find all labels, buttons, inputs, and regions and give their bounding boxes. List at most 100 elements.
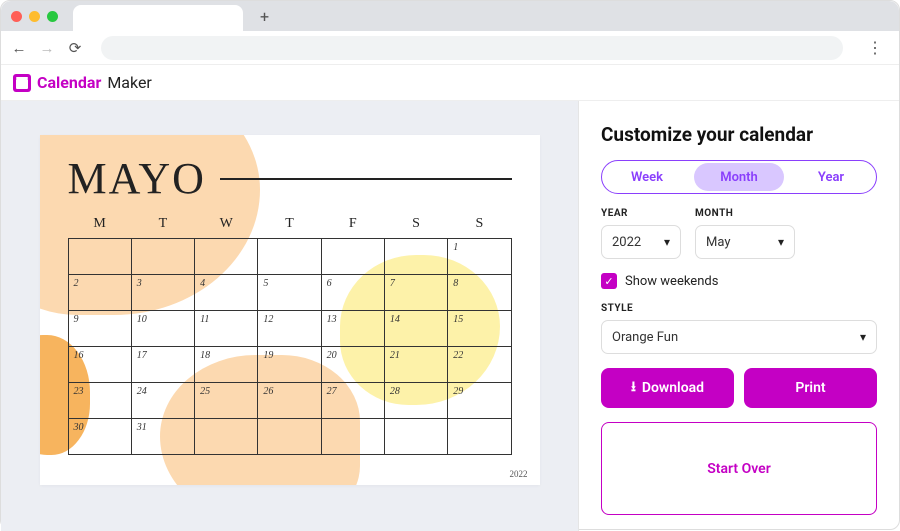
calendar-day-cell: 3: [131, 275, 194, 311]
calendar-day-cell: 17: [131, 347, 194, 383]
calendar-day-cell: 20: [321, 347, 384, 383]
calendar-day-cell: [258, 239, 321, 275]
window-minimize-dot[interactable]: [29, 11, 40, 22]
window-maximize-dot[interactable]: [47, 11, 58, 22]
calendar-day-cell: 7: [384, 275, 447, 311]
print-button[interactable]: Print: [744, 368, 877, 408]
weekday-header: F: [321, 212, 384, 239]
download-label: Download: [642, 380, 704, 396]
brand-name-primary: Calendar: [37, 73, 101, 92]
calendar-day-cell: 2: [68, 275, 131, 311]
calendar-day-cell: 21: [384, 347, 447, 383]
style-label: STYLE: [601, 303, 877, 314]
view-segmented-control: Week Month Year: [601, 160, 877, 194]
calendar-day-cell: 10: [131, 311, 194, 347]
app-header: Calendar Maker: [1, 65, 899, 101]
show-weekends-label: Show weekends: [625, 274, 718, 289]
calendar-day-cell: [258, 419, 321, 455]
print-label: Print: [795, 380, 825, 396]
calendar-day-cell: 31: [131, 419, 194, 455]
reload-icon[interactable]: ⟳: [67, 39, 83, 57]
weekday-header: W: [195, 212, 258, 239]
calendar-month-title: MAYO: [68, 153, 206, 204]
calendar-day-cell: 22: [448, 347, 511, 383]
style-value: Orange Fun: [612, 330, 678, 345]
calendar-day-cell: 1: [448, 239, 511, 275]
calendar-day-cell: 16: [68, 347, 131, 383]
year-select[interactable]: 2022 ▾: [601, 225, 681, 259]
year-value: 2022: [612, 235, 641, 250]
calendar-day-cell: 12: [258, 311, 321, 347]
calendar-day-cell: 27: [321, 383, 384, 419]
browser-tab[interactable]: [73, 5, 243, 31]
month-select[interactable]: May ▾: [695, 225, 795, 259]
calendar-day-cell: 23: [68, 383, 131, 419]
calendar-footer-year: 2022: [510, 469, 528, 479]
calendar-day-cell: 6: [321, 275, 384, 311]
chevron-down-icon: ▾: [860, 330, 866, 344]
browser-menu-icon[interactable]: ⋮: [861, 38, 889, 57]
tab-year[interactable]: Year: [786, 161, 876, 193]
start-over-label: Start Over: [707, 461, 770, 477]
browser-tab-bar: +: [1, 1, 899, 31]
calendar-day-cell: [384, 419, 447, 455]
calendar-sheet: MAYO MTWTFSS 123456789101112131415161718…: [40, 135, 540, 485]
calendar-day-cell: [195, 419, 258, 455]
panel-title: Customize your calendar: [601, 123, 877, 146]
tab-week[interactable]: Week: [602, 161, 692, 193]
chevron-down-icon: ▾: [664, 235, 670, 249]
new-tab-button[interactable]: +: [260, 7, 269, 26]
weekday-header: T: [258, 212, 321, 239]
weekday-header: M: [68, 212, 131, 239]
calendar-day-cell: 4: [195, 275, 258, 311]
chevron-down-icon: ▾: [778, 235, 784, 249]
download-icon: ⭳: [631, 376, 636, 400]
calendar-day-cell: 19: [258, 347, 321, 383]
main-area: MAYO MTWTFSS 123456789101112131415161718…: [1, 101, 899, 531]
calendar-day-cell: 29: [448, 383, 511, 419]
download-button[interactable]: ⭳ Download: [601, 368, 734, 408]
calendar-day-cell: [321, 419, 384, 455]
calendar-day-cell: 8: [448, 275, 511, 311]
calendar-day-cell: [321, 239, 384, 275]
title-underline: [220, 178, 512, 180]
show-weekends-checkbox[interactable]: ✓: [601, 273, 617, 289]
back-icon[interactable]: ←: [11, 39, 27, 57]
weekday-header: S: [448, 212, 511, 239]
calendar-day-cell: [195, 239, 258, 275]
tab-month[interactable]: Month: [694, 163, 784, 191]
url-input[interactable]: [101, 36, 843, 60]
browser-toolbar: ← → ⟳ ⋮: [1, 31, 899, 65]
calendar-day-cell: 5: [258, 275, 321, 311]
calendar-day-cell: 11: [195, 311, 258, 347]
calendar-day-cell: 24: [131, 383, 194, 419]
year-label: YEAR: [601, 208, 681, 219]
style-select[interactable]: Orange Fun ▾: [601, 320, 877, 354]
forward-icon[interactable]: →: [39, 39, 55, 57]
calendar-day-cell: [68, 239, 131, 275]
calendar-preview-pane: MAYO MTWTFSS 123456789101112131415161718…: [1, 101, 579, 531]
calendar-day-cell: 9: [68, 311, 131, 347]
calendar-grid: MTWTFSS 12345678910111213141516171819202…: [68, 212, 512, 455]
window-close-dot[interactable]: [11, 11, 22, 22]
calendar-logo-icon: [13, 74, 31, 92]
weekday-header: S: [384, 212, 447, 239]
calendar-day-cell: [448, 419, 511, 455]
calendar-day-cell: 15: [448, 311, 511, 347]
calendar-day-cell: [131, 239, 194, 275]
show-weekends-row[interactable]: ✓ Show weekends: [601, 273, 877, 289]
calendar-day-cell: 26: [258, 383, 321, 419]
calendar-day-cell: 30: [68, 419, 131, 455]
customize-panel: Customize your calendar Week Month Year …: [579, 101, 899, 531]
calendar-day-cell: 25: [195, 383, 258, 419]
month-label: MONTH: [695, 208, 795, 219]
month-value: May: [706, 235, 730, 250]
weekday-header: T: [131, 212, 194, 239]
calendar-day-cell: 28: [384, 383, 447, 419]
calendar-day-cell: 13: [321, 311, 384, 347]
calendar-day-cell: [384, 239, 447, 275]
start-over-button[interactable]: Start Over: [601, 422, 877, 515]
brand-name-secondary: Maker: [107, 73, 152, 92]
calendar-day-cell: 14: [384, 311, 447, 347]
calendar-day-cell: 18: [195, 347, 258, 383]
